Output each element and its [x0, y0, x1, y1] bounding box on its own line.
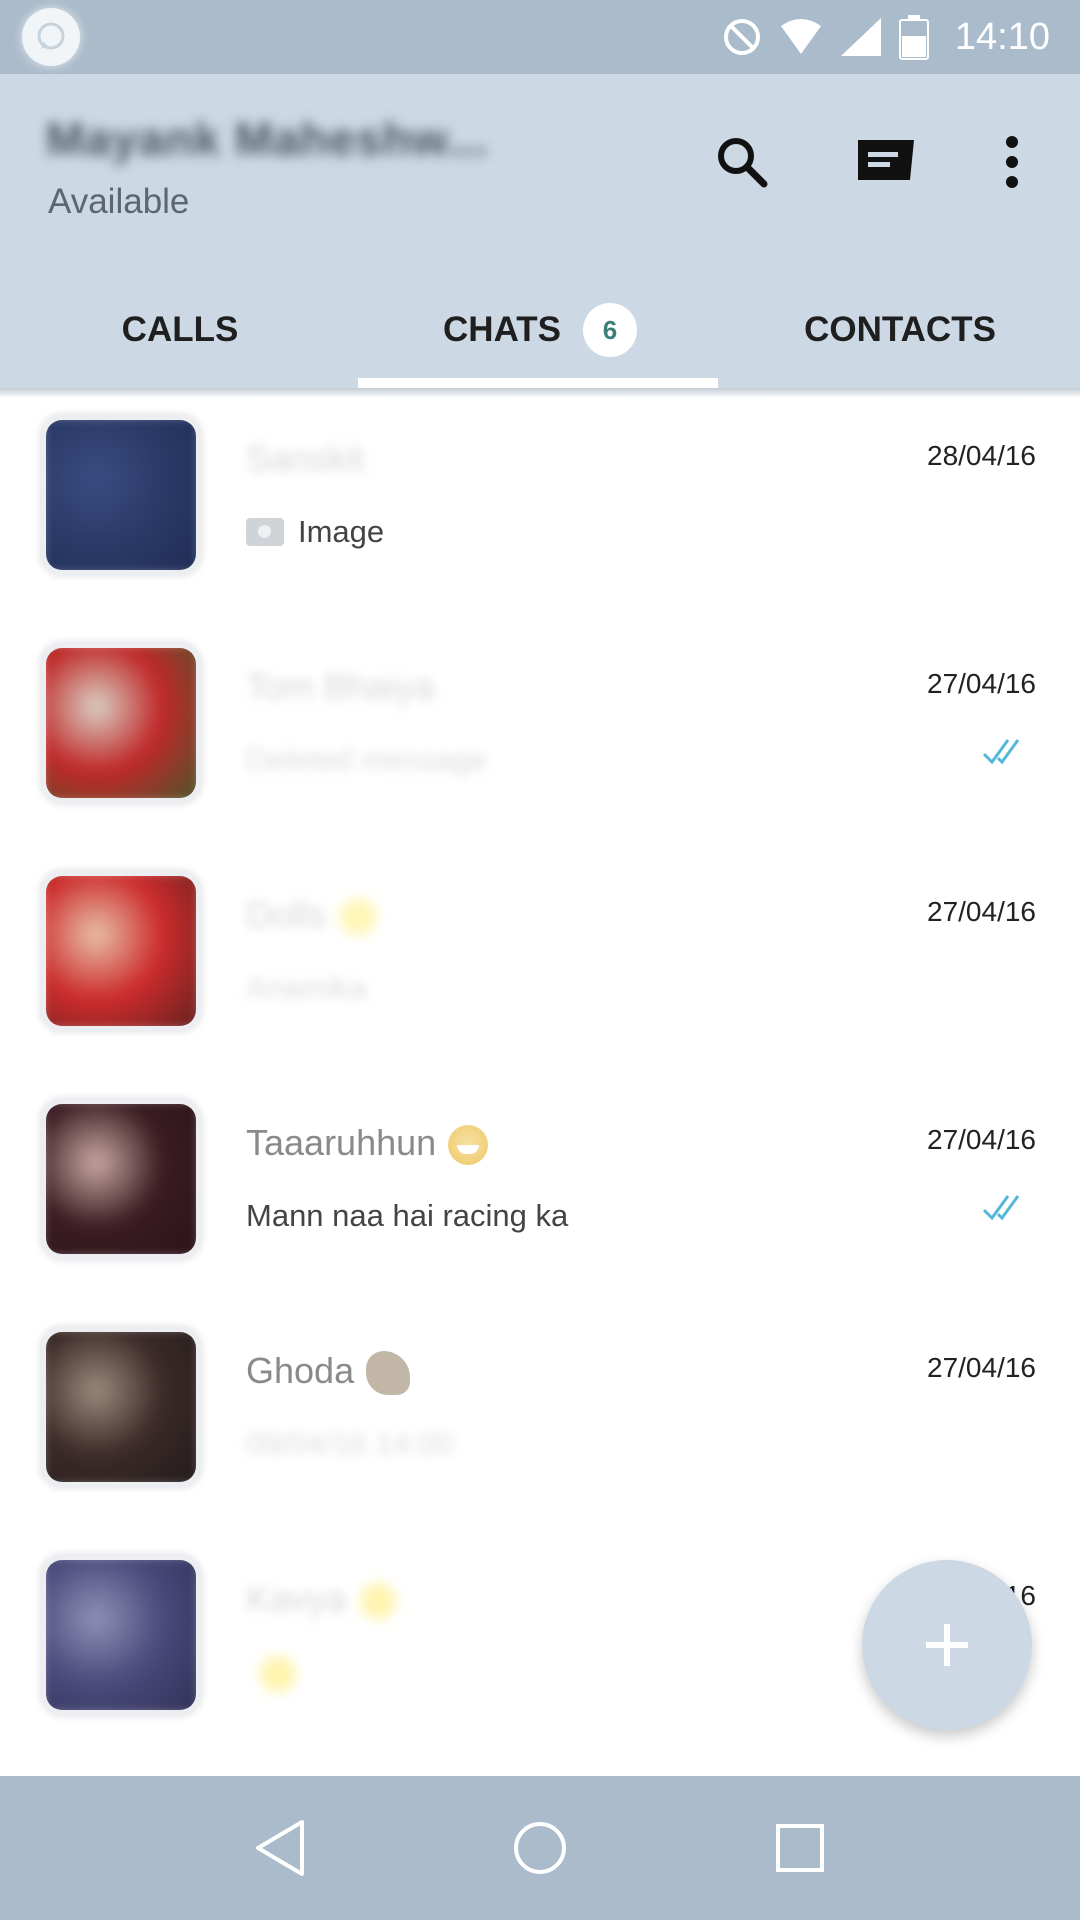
search-button[interactable]: [702, 122, 782, 202]
clock-time: 14:10: [954, 15, 1050, 58]
chat-last-message: [246, 1654, 298, 1694]
chat-name: Tom Bhaiya: [246, 666, 435, 707]
chat-name-text: Taaaruhhun: [246, 1122, 437, 1163]
new-chat-icon: [858, 140, 914, 180]
avatar-image: [46, 876, 196, 1026]
profile-status[interactable]: Available: [48, 182, 189, 222]
chat-name-text: Dolls: [246, 894, 327, 935]
do-not-disturb-icon: [723, 19, 760, 55]
chat-row[interactable]: Tom Bhaiya Deleted message 27/04/16: [0, 626, 1080, 854]
horse-emoji-icon: [366, 1351, 411, 1396]
tab-contacts[interactable]: CONTACTS: [720, 272, 1080, 388]
cell-signal-icon: [840, 18, 881, 56]
chat-last-message-text: Image: [298, 514, 385, 549]
chat-name: Sanskit: [246, 438, 365, 479]
system-nav-bar: [0, 1776, 1080, 1920]
chat-list: Sanskit Image 28/04/16 Tom Bhaiya Delete…: [0, 398, 1080, 1766]
whatsapp-icon: [22, 8, 80, 66]
chat-date: 27/04/16: [927, 1124, 1036, 1155]
back-button[interactable]: [240, 1808, 320, 1888]
chat-name: Kavya: [246, 1578, 399, 1622]
more-options-button[interactable]: [972, 122, 1052, 202]
chat-row[interactable]: Sanskit Image 28/04/16: [0, 398, 1080, 626]
chat-date: 28/04/16: [927, 440, 1036, 471]
avatar[interactable]: [40, 1326, 202, 1488]
avatar-image: [46, 1560, 196, 1710]
app-bar-shadow: [0, 388, 1080, 398]
chat-last-message-text: Deleted message: [246, 742, 488, 777]
plus-icon: [926, 1624, 968, 1666]
chat-name: Taaaruhhun: [246, 1122, 489, 1166]
avatar[interactable]: [40, 414, 202, 576]
avatar[interactable]: [40, 1554, 202, 1716]
tab-calls[interactable]: CALLS: [0, 272, 360, 388]
avatar[interactable]: [40, 870, 202, 1032]
tab-chats-label: CHATS: [443, 310, 561, 349]
chat-date: 27/04/16: [927, 896, 1036, 927]
avatar-image: [46, 1104, 196, 1254]
chat-name: Dolls: [246, 894, 379, 938]
emoji-icon: [258, 1654, 298, 1694]
chat-date: 27/04/16: [927, 1352, 1036, 1383]
recents-icon: [776, 1824, 824, 1872]
chat-name-text: Kavya: [246, 1578, 347, 1619]
grin-emoji-icon: [448, 1125, 489, 1166]
home-icon: [514, 1822, 566, 1874]
chat-last-message: Anamika: [246, 970, 367, 1006]
selected-tab-indicator: [358, 378, 718, 388]
chat-date: 27/04/16: [927, 668, 1036, 699]
profile-name[interactable]: Mayank Maheshw...: [46, 112, 488, 166]
chat-name-text: Ghoda: [246, 1350, 355, 1391]
chat-row[interactable]: Ghoda 09/04/16 14:00 27/04/16: [0, 1310, 1080, 1538]
search-icon: [718, 138, 768, 188]
avatar[interactable]: [40, 1098, 202, 1260]
tab-chats[interactable]: CHATS 6: [360, 272, 720, 388]
recents-button[interactable]: [760, 1808, 840, 1888]
avatar-image: [46, 1332, 196, 1482]
unread-count-badge: 6: [582, 303, 637, 357]
emoji-icon: [358, 1581, 399, 1622]
new-chat-fab[interactable]: [862, 1560, 1032, 1730]
chat-row[interactable]: Dolls Anamika 27/04/16: [0, 854, 1080, 1082]
tab-bar: CALLS CHATS 6 CONTACTS: [0, 272, 1080, 388]
avatar-image: [46, 420, 196, 570]
chat-last-message: Deleted message: [246, 742, 487, 778]
chat-name: Ghoda: [246, 1350, 411, 1396]
chat-last-message-text: 09/04/16 14:00: [246, 1426, 453, 1461]
chat-last-message: Image: [246, 514, 384, 550]
chat-last-message: 09/04/16 14:00: [246, 1426, 453, 1462]
read-receipt-icon: [982, 739, 1020, 765]
camera-icon: [246, 518, 284, 546]
avatar[interactable]: [40, 642, 202, 804]
chat-row[interactable]: Taaaruhhun Mann naa hai racing ka 27/04/…: [0, 1082, 1080, 1310]
chat-last-message: Mann naa hai racing ka: [246, 1198, 568, 1234]
tab-calls-label: CALLS: [121, 310, 239, 349]
more-vert-icon: [1006, 136, 1018, 188]
read-receipt-icon: [982, 1195, 1020, 1221]
battery-icon: [898, 15, 929, 60]
sun-emoji-icon: [338, 897, 379, 938]
home-button[interactable]: [500, 1808, 580, 1888]
avatar-image: [46, 648, 196, 798]
chat-last-message-text: Anamika: [246, 970, 367, 1005]
status-bar: 14:10: [0, 0, 1080, 74]
new-chat-button[interactable]: [846, 122, 926, 202]
app-bar: Mayank Maheshw... Available CALLS CHATS …: [0, 74, 1080, 388]
wifi-icon: [780, 19, 821, 54]
chat-last-message-text: Mann naa hai racing ka: [246, 1198, 569, 1233]
back-icon: [256, 1820, 304, 1876]
tab-contacts-label: CONTACTS: [804, 310, 996, 349]
